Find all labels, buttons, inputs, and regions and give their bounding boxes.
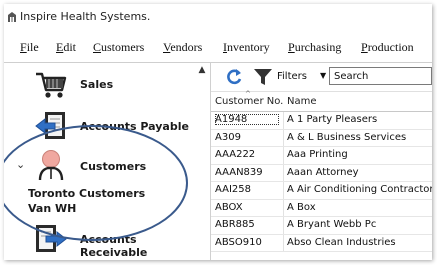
app-title: Inspire Health Systems. bbox=[20, 10, 151, 23]
menu-customers[interactable]: Customers bbox=[93, 40, 144, 55]
cell-name: Abso Clean Industries bbox=[287, 236, 396, 248]
menu-purchasing[interactable]: Purchasing bbox=[288, 40, 341, 55]
cell-customer-no: AAA222 bbox=[215, 149, 256, 160]
table-row[interactable]: ABR885 A Bryant Webb Pc bbox=[211, 217, 432, 235]
cell-customer-no: AAAN839 bbox=[215, 166, 263, 178]
cell-name: Aaa Printing bbox=[287, 149, 348, 160]
cell-name: A & L Business Services bbox=[287, 131, 407, 143]
title-bar: Inspire Health Systems. bbox=[4, 4, 432, 30]
filters-label[interactable]: Filters bbox=[277, 71, 307, 82]
scroll-up-icon[interactable]: ▲ bbox=[194, 63, 210, 77]
sidebar-item-label: Sales bbox=[80, 78, 114, 91]
grid-header: ^ Customer No. Name bbox=[211, 90, 432, 112]
menu-vendors[interactable]: Vendors bbox=[163, 40, 202, 55]
menu-inventory[interactable]: Inventory bbox=[223, 40, 270, 55]
refresh-icon[interactable] bbox=[225, 68, 243, 86]
cell-customer-no: ABSO910 bbox=[215, 236, 262, 248]
cell-name: A Bryant Webb Pc bbox=[287, 219, 377, 230]
table-row[interactable]: ABSO910 Abso Clean Industries bbox=[211, 234, 432, 252]
app-logo-icon bbox=[8, 12, 16, 22]
cell-customer-no: ABR885 bbox=[215, 219, 255, 230]
cell-customer-no: A309 bbox=[215, 131, 241, 143]
cell-customer-no: A1948 bbox=[215, 114, 279, 125]
filter-icon[interactable] bbox=[253, 68, 273, 86]
shopping-cart-icon bbox=[36, 72, 67, 98]
table-row[interactable]: AAI258 A Air Conditioning Contractor bbox=[211, 182, 432, 200]
customer-list-panel: Filters ▼ ^ Customer No. Name A1948 A 1 P… bbox=[211, 63, 432, 260]
cell-customer-no: AAI258 bbox=[215, 184, 251, 195]
cell-name: A Box bbox=[287, 201, 316, 213]
menu-file[interactable]: File bbox=[20, 40, 39, 55]
table-row[interactable]: ABOX A Box bbox=[211, 199, 432, 217]
column-header-name[interactable]: Name bbox=[287, 96, 317, 107]
cell-name: A Air Conditioning Contractor bbox=[287, 184, 432, 195]
sidebar-item-sales[interactable]: Sales bbox=[4, 66, 194, 106]
filters-dropdown-icon[interactable]: ▼ bbox=[320, 71, 326, 80]
menu-edit[interactable]: Edit bbox=[56, 40, 76, 55]
cell-name: Aaan Attorney bbox=[287, 166, 359, 178]
cell-name: A 1 Party Pleasers bbox=[287, 114, 378, 125]
list-toolbar: Filters ▼ bbox=[211, 63, 432, 92]
cell-customer-no: ABOX bbox=[215, 201, 243, 213]
column-header-customer-no[interactable]: Customer No. bbox=[215, 96, 283, 107]
search-input[interactable] bbox=[329, 67, 432, 85]
table-row[interactable]: AAA222 Aaa Printing bbox=[211, 147, 432, 165]
table-row[interactable]: AAAN839 Aaan Attorney bbox=[211, 164, 432, 182]
menu-production[interactable]: Production bbox=[361, 40, 414, 55]
customer-grid: ^ Customer No. Name A1948 A 1 Party Pleas… bbox=[211, 90, 432, 252]
highlight-annotation-ellipse bbox=[4, 125, 188, 241]
app-window: Inspire Health Systems. File Edit Custom… bbox=[4, 4, 432, 260]
table-row[interactable]: A1948 A 1 Party Pleasers bbox=[211, 112, 432, 130]
menu-bar: File Edit Customers Vendors Inventory Pu… bbox=[4, 37, 432, 59]
table-row[interactable]: A309 A & L Business Services bbox=[211, 129, 432, 147]
